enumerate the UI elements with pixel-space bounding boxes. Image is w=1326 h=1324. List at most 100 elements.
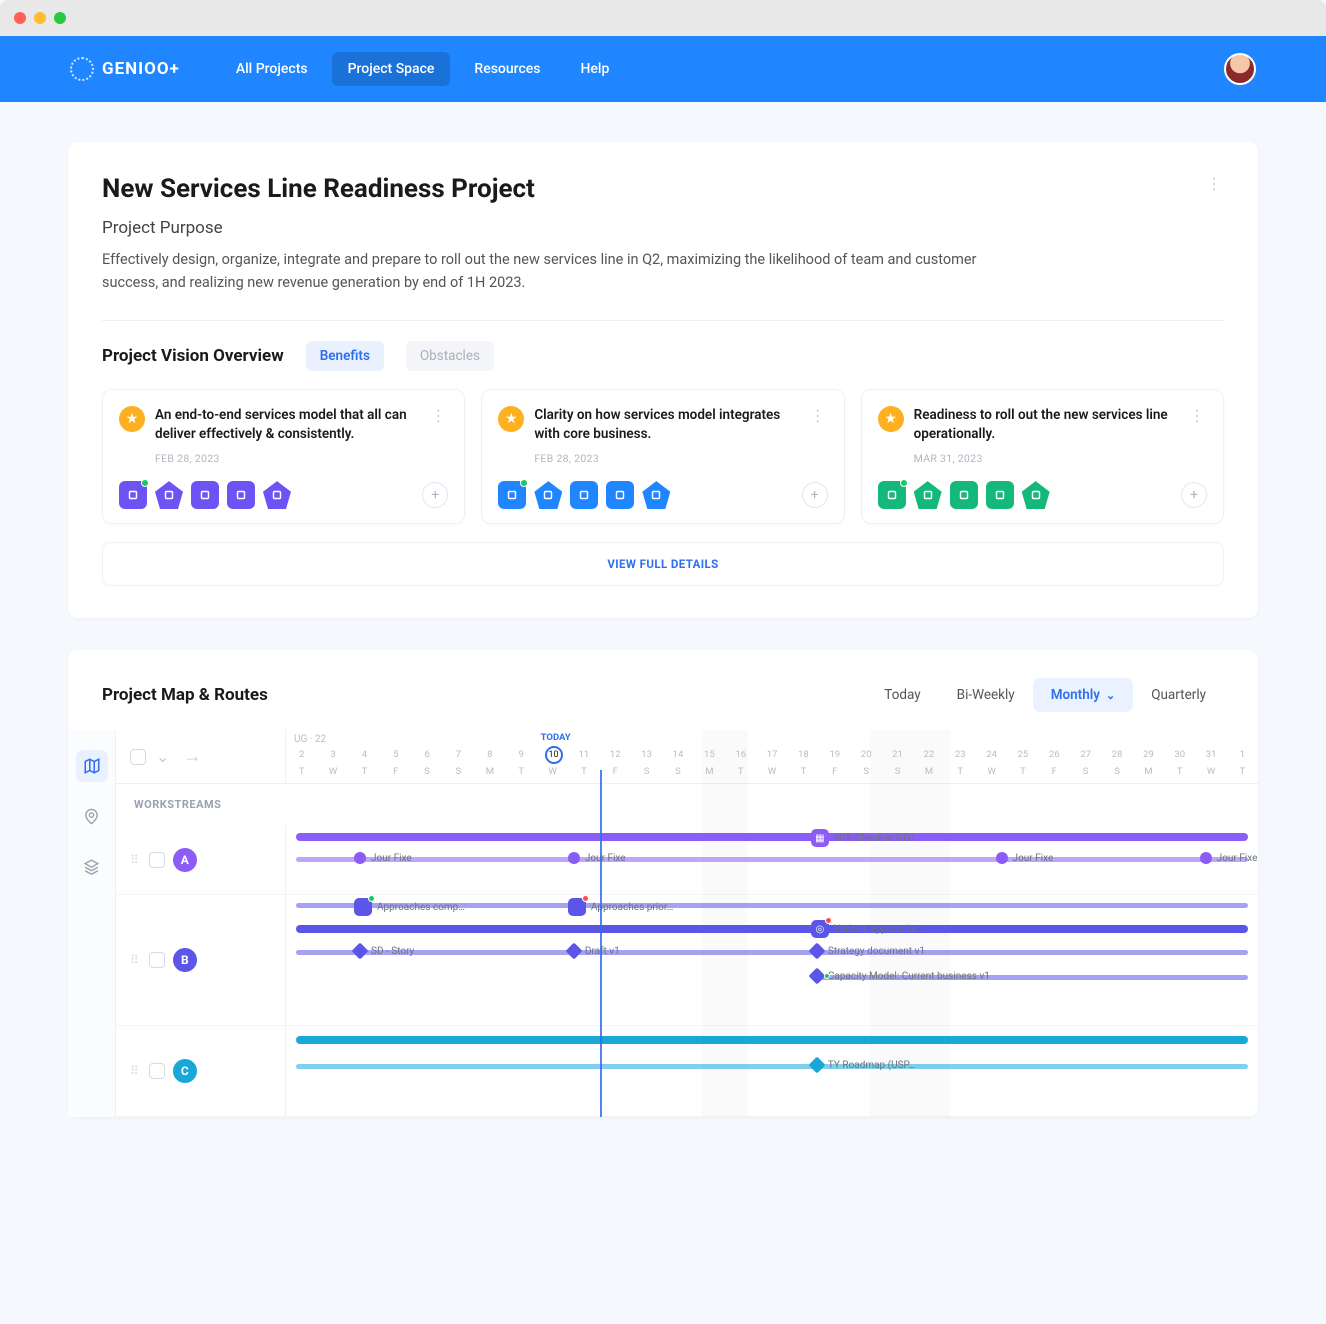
benefit-chip-icon[interactable]	[914, 481, 942, 509]
stream-badge-c[interactable]: C	[173, 1059, 197, 1083]
benefit-more-icon[interactable]: ⋮	[428, 406, 448, 425]
drag-handle-icon[interactable]: ⠿	[130, 1064, 141, 1078]
workstream-header-cell: ⌄ →	[116, 730, 286, 783]
stream-checkbox[interactable]	[149, 852, 165, 868]
range-biweekly[interactable]: Bi-Weekly	[939, 678, 1033, 712]
nav-resources[interactable]: Resources	[458, 52, 556, 86]
benefit-chip-icon[interactable]	[227, 481, 255, 509]
divider	[102, 320, 1224, 321]
benefit-more-icon[interactable]: ⋮	[808, 406, 828, 425]
tab-obstacles[interactable]: Obstacles	[406, 341, 494, 371]
stream-subbar[interactable]	[296, 857, 1249, 862]
milestone[interactable]: ▦30% Check-in STC	[811, 829, 914, 847]
benefit-date: FEB 28, 2023	[534, 452, 797, 465]
milestone[interactable]: Jour Fixe	[354, 852, 412, 864]
date-num: 29	[1133, 749, 1164, 760]
milestone[interactable]: Strategy document v1	[811, 945, 925, 957]
date-weekday: T	[1164, 766, 1195, 777]
benefit-chip-icon[interactable]	[642, 481, 670, 509]
stream-checkbox[interactable]	[149, 1063, 165, 1079]
brand-name: GENIOO+	[102, 59, 180, 79]
nav-all-projects[interactable]: All Projects	[220, 52, 324, 86]
date-weekday: W	[976, 766, 1007, 777]
milestone[interactable]: Jour Fixe	[568, 852, 626, 864]
chevron-down-icon[interactable]: ⌄	[156, 747, 169, 766]
user-avatar[interactable]	[1224, 53, 1256, 85]
benefit-chip-icon[interactable]	[986, 481, 1014, 509]
date-weekday: T	[945, 766, 976, 777]
milestone[interactable]: TY Roadmap (USP…	[811, 1059, 915, 1071]
date-weekday: M	[913, 766, 944, 777]
benefit-card[interactable]: ★ Clarity on how services model integrat…	[481, 389, 844, 524]
window-min-dot[interactable]	[34, 12, 46, 24]
pin-icon[interactable]	[76, 800, 108, 832]
date-weekday: M	[474, 766, 505, 777]
project-more-icon[interactable]: ⋮	[1204, 174, 1224, 193]
range-quarterly[interactable]: Quarterly	[1133, 678, 1224, 712]
benefit-chip-icon[interactable]	[950, 481, 978, 509]
nav-project-space[interactable]: Project Space	[332, 52, 451, 86]
milestone[interactable]: ◎Various approache…	[811, 920, 924, 938]
window-close-dot[interactable]	[14, 12, 26, 24]
project-title: New Services Line Readiness Project	[102, 174, 1204, 204]
benefit-chip-icon[interactable]	[570, 481, 598, 509]
browser-chrome	[0, 0, 1326, 36]
date-num: 28	[1101, 749, 1132, 760]
layers-icon[interactable]	[76, 850, 108, 882]
range-today[interactable]: Today	[866, 678, 938, 712]
date-weekday: S	[1101, 766, 1132, 777]
benefit-chip-icon[interactable]	[191, 481, 219, 509]
benefit-chip-icon[interactable]	[1022, 481, 1050, 509]
benefit-card[interactable]: ★ Readiness to roll out the new services…	[861, 389, 1224, 524]
drag-handle-icon[interactable]: ⠿	[130, 953, 141, 967]
benefit-chip-icon[interactable]	[878, 481, 906, 509]
add-chip-button[interactable]: +	[422, 482, 448, 508]
arrow-right-icon[interactable]: →	[183, 746, 201, 767]
stream-bar[interactable]	[296, 833, 1249, 841]
date-weekday: W	[1195, 766, 1226, 777]
milestone[interactable]: Capacity Model: Current business v1	[811, 970, 990, 982]
window-max-dot[interactable]	[54, 12, 66, 24]
benefit-chip-icon[interactable]	[119, 481, 147, 509]
add-chip-button[interactable]: +	[1181, 482, 1207, 508]
tab-benefits[interactable]: Benefits	[306, 341, 384, 371]
milestone[interactable]: Draft v1	[568, 945, 620, 957]
brand-logo[interactable]: GENIOO+	[70, 57, 180, 81]
benefit-more-icon[interactable]: ⋮	[1187, 406, 1207, 425]
stream-bar[interactable]	[296, 925, 1249, 933]
map-view-icon[interactable]	[76, 750, 108, 782]
view-full-details-button[interactable]: VIEW FULL DETAILS	[102, 542, 1224, 586]
date-num: 15	[694, 749, 725, 760]
stream-bar[interactable]	[296, 1036, 1249, 1044]
milestone[interactable]: Approaches prior…	[568, 898, 674, 916]
date-num: 18	[788, 749, 819, 760]
benefit-chip-icon[interactable]	[534, 481, 562, 509]
drag-handle-icon[interactable]: ⠿	[130, 853, 141, 867]
stream-badge-b[interactable]: B	[173, 948, 197, 972]
date-num: 4	[349, 749, 380, 760]
select-all-checkbox[interactable]	[130, 749, 146, 765]
project-header-card: New Services Line Readiness Project ⋮ Pr…	[68, 142, 1258, 618]
stream-badge-a[interactable]: A	[173, 848, 197, 872]
stream-checkbox[interactable]	[149, 952, 165, 968]
benefit-chip-icon[interactable]	[498, 481, 526, 509]
benefit-text: Readiness to roll out the new services l…	[914, 406, 1177, 444]
date-num: 25	[1007, 749, 1038, 760]
benefit-chip-icon[interactable]	[606, 481, 634, 509]
date-num: 31	[1195, 749, 1226, 760]
milestone[interactable]: Jour Fixe	[996, 852, 1054, 864]
range-monthly[interactable]: Monthly⌄	[1033, 678, 1134, 712]
add-chip-button[interactable]: +	[802, 482, 828, 508]
month-label: UG · 22	[286, 730, 1258, 749]
stream-subbar[interactable]	[296, 950, 1249, 955]
benefit-chip-icon[interactable]	[155, 481, 183, 509]
nav-help[interactable]: Help	[564, 52, 625, 86]
milestone[interactable]: SD - Story	[354, 945, 414, 957]
milestone[interactable]: Approaches comp…	[354, 898, 465, 916]
stream-subbar[interactable]	[296, 1064, 1249, 1069]
benefit-card[interactable]: ★ An end-to-end services model that all …	[102, 389, 465, 524]
date-num: 13	[631, 749, 662, 760]
benefit-chip-icon[interactable]	[263, 481, 291, 509]
date-weekday: T	[286, 766, 317, 777]
milestone[interactable]: Jour Fixe	[1200, 852, 1258, 864]
